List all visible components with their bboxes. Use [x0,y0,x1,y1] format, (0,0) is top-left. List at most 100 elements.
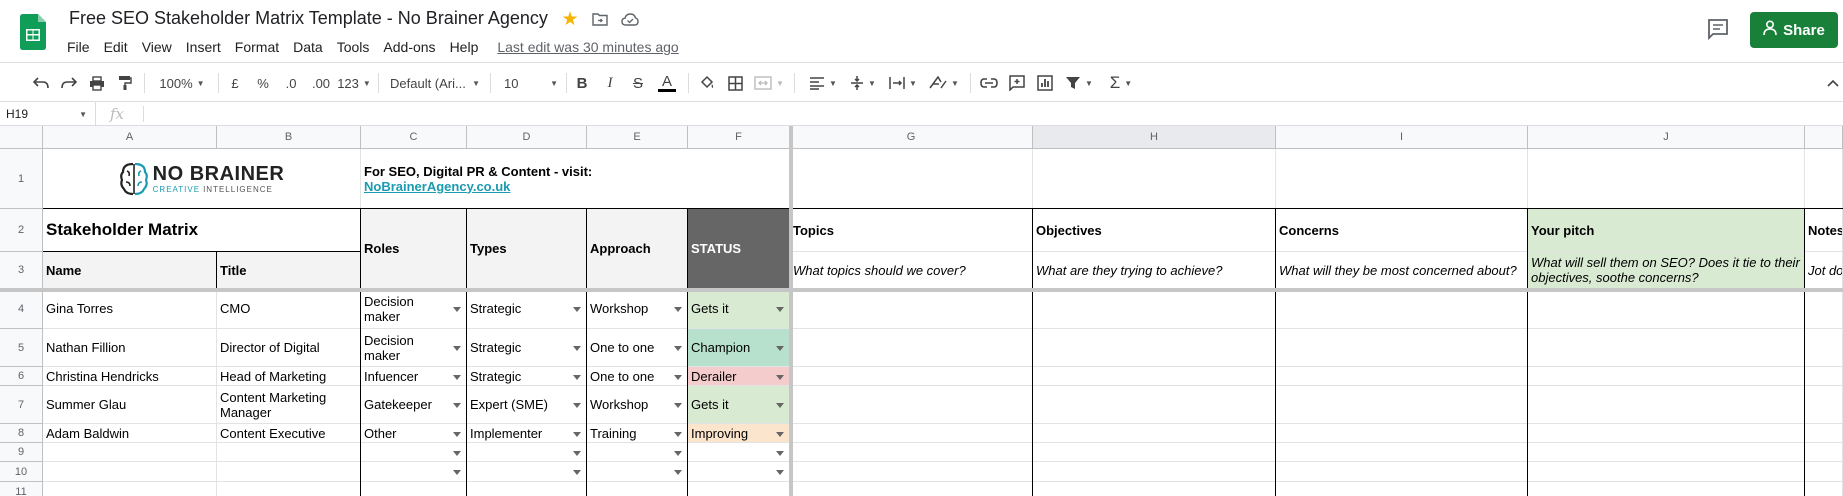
cell[interactable] [361,462,467,482]
cell[interactable] [1528,462,1805,482]
status-select[interactable]: Champion [688,329,790,367]
prompt-notes[interactable]: Jot do [1805,252,1843,289]
cell[interactable] [1805,149,1843,209]
cell[interactable] [1033,482,1276,496]
paint-format-icon[interactable] [114,71,136,95]
menu-data[interactable]: Data [286,37,330,57]
borders-icon[interactable] [724,71,746,95]
column-header-g[interactable]: G [790,126,1033,149]
cell[interactable] [790,386,1033,424]
cell[interactable] [790,367,1033,386]
cell[interactable] [1276,386,1528,424]
functions-icon[interactable]: Σ ▼ [1104,71,1138,95]
cell[interactable] [43,443,217,462]
approach-select[interactable]: Training [587,424,688,443]
dropdown-arrow-icon[interactable] [674,470,682,475]
row-header-10[interactable]: 10 [0,462,43,482]
redo-icon[interactable] [58,71,80,95]
cell[interactable] [1528,386,1805,424]
status-select[interactable]: Improving [688,424,790,443]
text-wrap-icon[interactable]: ▼ [886,71,920,95]
stakeholder-name[interactable]: Gina Torres [43,289,217,329]
cell[interactable] [217,462,361,482]
dropdown-arrow-icon[interactable] [674,374,682,380]
cell[interactable] [1805,462,1843,482]
header-approach[interactable]: Approach [587,209,688,289]
cell[interactable] [688,482,790,496]
document-title[interactable]: Free SEO Stakeholder Matrix Template - N… [69,8,548,29]
cell[interactable] [1276,149,1528,209]
role-select[interactable]: Decision maker [361,329,467,367]
cell[interactable] [587,482,688,496]
cell[interactable] [1528,424,1805,443]
column-header-j[interactable]: J [1528,126,1805,149]
cell[interactable] [1805,443,1843,462]
header-title[interactable]: Title [217,252,361,289]
stakeholder-title[interactable]: Content Executive [217,424,361,443]
dropdown-arrow-icon[interactable] [453,346,461,351]
cell[interactable] [1528,443,1805,462]
text-rotation-icon[interactable]: ▼ [926,71,962,95]
frozen-column-divider[interactable] [789,126,793,496]
header-roles[interactable]: Roles [361,209,467,289]
cell[interactable] [1805,289,1843,329]
print-icon[interactable] [86,71,108,95]
brand-logo-cell[interactable]: NO BRAINER CREATIVE INTELLIGENCE [43,149,361,209]
menu-view[interactable]: View [135,37,179,57]
row-header-2[interactable]: 2 [0,209,43,252]
cell[interactable] [43,482,217,496]
text-color-button[interactable]: A [656,71,678,95]
dropdown-arrow-icon[interactable] [776,470,784,475]
header-name[interactable]: Name [43,252,217,289]
dropdown-arrow-icon[interactable] [776,307,784,312]
cell[interactable] [1033,149,1276,209]
column-header-h[interactable]: H [1033,126,1276,149]
dropdown-arrow-icon[interactable] [776,403,784,408]
cell[interactable] [1033,289,1276,329]
cell[interactable] [1033,424,1276,443]
column-header-k[interactable] [1805,126,1843,149]
dropdown-arrow-icon[interactable] [776,346,784,351]
cell[interactable] [1805,424,1843,443]
header-pitch[interactable]: Your pitch [1528,209,1805,252]
cell[interactable] [1528,289,1805,329]
cell[interactable] [790,329,1033,367]
row-header-6[interactable]: 6 [0,367,43,386]
dropdown-arrow-icon[interactable] [776,431,784,437]
promo-link[interactable]: NoBrainerAgency.co.uk [364,179,510,194]
comments-icon[interactable] [1706,17,1730,41]
cell[interactable] [43,462,217,482]
cell[interactable] [1528,482,1805,496]
header-objectives[interactable]: Objectives [1033,209,1276,252]
header-status[interactable]: STATUS [688,209,790,289]
type-select[interactable]: Strategic [467,329,587,367]
cell[interactable] [467,482,587,496]
font-family-select[interactable]: Default (Ari... ▼ [390,71,480,95]
currency-format-button[interactable]: £ [226,71,244,95]
fill-color-icon[interactable] [696,71,718,95]
cell[interactable] [1276,329,1528,367]
dropdown-arrow-icon[interactable] [573,450,581,456]
stakeholder-name[interactable]: Adam Baldwin [43,424,217,443]
star-icon[interactable]: ★ [560,9,580,30]
merge-cells-icon[interactable]: ▼ [752,71,786,95]
cell[interactable] [1276,462,1528,482]
row-header-5[interactable]: 5 [0,329,43,367]
cell[interactable] [1805,386,1843,424]
cell[interactable] [1528,149,1805,209]
prompt-pitch[interactable]: What will sell them on SEO? Does it tie … [1528,252,1805,289]
role-select[interactable]: Infuencer [361,367,467,386]
header-concerns[interactable]: Concerns [1276,209,1528,252]
cell[interactable] [688,462,790,482]
last-edit-link[interactable]: Last edit was 30 minutes ago [497,39,678,55]
collapse-toolbar-icon[interactable] [1826,71,1840,95]
menu-edit[interactable]: Edit [97,37,135,57]
dropdown-arrow-icon[interactable] [674,450,682,456]
menu-insert[interactable]: Insert [179,37,228,57]
insert-comment-icon[interactable] [1006,71,1028,95]
cell[interactable] [1033,367,1276,386]
menu-format[interactable]: Format [228,37,286,57]
role-select[interactable]: Gatekeeper [361,386,467,424]
cloud-status-icon[interactable] [620,9,640,29]
vertical-align-icon[interactable]: ▼ [846,71,880,95]
